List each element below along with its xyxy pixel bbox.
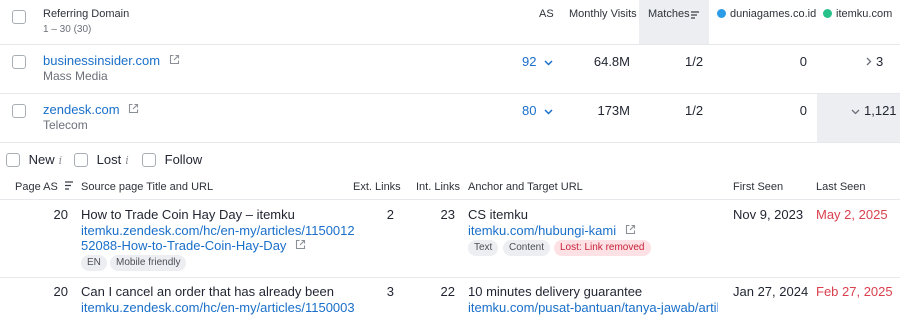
external-link-icon[interactable] (169, 53, 180, 68)
row-checkbox[interactable] (12, 55, 26, 69)
competitor1-value: 0 (799, 103, 807, 118)
select-all-checkbox[interactable] (12, 10, 26, 24)
competitor2-cell[interactable]: 1,121 (851, 103, 897, 118)
page-as-value: 20 (53, 284, 68, 299)
competitor2-cell[interactable]: 3 (866, 54, 883, 69)
filter-new[interactable]: New i (6, 152, 62, 168)
authority-score-value: 92 (522, 54, 537, 69)
authority-score[interactable]: 92 (522, 54, 553, 69)
last-seen-value: May 2, 2025 (816, 207, 888, 222)
competitor2-value: 3 (876, 54, 884, 69)
link-position-tag: Content (503, 240, 551, 256)
competitor1-dot (717, 8, 726, 18)
last-seen-value: Feb 27, 2025 (816, 284, 893, 299)
mobile-friendly-tag: Mobile friendly (110, 255, 187, 271)
external-link-icon[interactable] (128, 102, 139, 117)
filter-follow[interactable]: Follow (142, 152, 202, 168)
row-divider (0, 142, 900, 143)
competitor2-value: 1,121 (864, 103, 897, 118)
chevron-down-icon (544, 103, 553, 118)
competitor1-header[interactable]: duniagames.co.id (717, 8, 816, 20)
source-title: How to Trade Coin Hay Day – itemku (81, 207, 295, 222)
source-url-line2-wrap[interactable]: 52088-How-to-Trade-Coin-Hay-Day (81, 238, 306, 254)
as-header[interactable]: AS (539, 8, 554, 20)
monthly-visits-header[interactable]: Monthly Visits (569, 8, 637, 20)
competitor1-label: duniagames.co.id (730, 8, 817, 20)
domain-category: Mass Media (43, 69, 108, 83)
chevron-down-icon (851, 103, 860, 118)
source-url-line1[interactable]: itemku.zendesk.com/hc/en-my/articles/115… (81, 223, 355, 238)
lost-status-badge: Lost: Link removed (554, 240, 651, 256)
competitor1-value: 0 (799, 54, 807, 69)
monthly-visits-value[interactable]: 64.8M (560, 54, 630, 69)
int-links-value: 22 (440, 284, 455, 299)
matches-value: 1/2 (685, 54, 704, 69)
monthly-visits-value[interactable]: 173M (560, 103, 630, 118)
info-icon[interactable]: i (125, 154, 129, 167)
language-tag: EN (81, 255, 107, 271)
expanded-cell-highlight (817, 94, 900, 142)
external-link-icon[interactable] (295, 238, 306, 253)
filter-lost[interactable]: Lost i (74, 152, 129, 168)
page-as-label: Page AS (15, 181, 58, 193)
first-seen-value: Nov 9, 2023 (733, 207, 804, 222)
domain-name[interactable]: businessinsider.com (43, 53, 160, 68)
int-links-header[interactable]: Int. Links (416, 181, 460, 193)
authority-score-value: 80 (522, 103, 537, 118)
sort-icon[interactable] (64, 181, 74, 193)
ext-links-header[interactable]: Ext. Links (353, 181, 401, 193)
info-icon[interactable]: i (59, 154, 63, 167)
competitor2-header[interactable]: itemku.com (823, 8, 892, 20)
domain-row: zendesk.com Telecom 80 173M 1/2 0 1,121 (0, 94, 900, 142)
competitor2-dot (823, 8, 832, 18)
filter-follow-checkbox[interactable] (142, 152, 156, 167)
int-links-value: 23 (440, 207, 455, 222)
domain-category: Telecom (43, 118, 88, 132)
source-title: Can I cancel an order that has already b… (81, 284, 336, 299)
domain-link[interactable]: businessinsider.com (43, 53, 180, 69)
anchor-text: CS itemku (468, 207, 528, 222)
ext-links-value: 2 (386, 207, 394, 222)
source-url-line2[interactable]: 52088-How-to-Trade-Coin-Hay-Day (81, 238, 286, 253)
anchor-text: 10 minutes delivery guarantee (468, 284, 643, 299)
source-header: Source page Title and URL (81, 181, 214, 193)
first-seen-value: Jan 27, 2024 (733, 284, 809, 299)
matches-header[interactable]: Matches (648, 8, 690, 20)
target-url-wrap[interactable]: itemku.com/hubungi-kami (468, 223, 636, 239)
filter-lost-checkbox[interactable] (74, 152, 88, 167)
first-seen-header[interactable]: First Seen (733, 181, 783, 193)
filter-lost-label: Lost (96, 152, 122, 167)
target-url[interactable]: itemku.com/pusat-bantuan/tanya-jawab/art… (468, 300, 718, 315)
anchor-header: Anchor and Target URL (468, 181, 583, 193)
competitor2-label: itemku.com (836, 8, 893, 20)
last-seen-header[interactable]: Last Seen (816, 181, 866, 193)
backlink-row: 20 Can I cancel an order that has alread… (0, 278, 900, 316)
page-as-value: 20 (53, 207, 68, 222)
filter-new-label: New (28, 152, 55, 167)
domain-row: businessinsider.com Mass Media 92 64.8M … (0, 45, 900, 93)
source-url-line1[interactable]: itemku.zendesk.com/hc/en-my/articles/115… (81, 300, 355, 315)
result-range: 1 – 30 (30) (43, 24, 92, 35)
referring-domain-header[interactable]: Referring Domain (43, 8, 129, 20)
ext-links-value: 3 (386, 284, 394, 299)
filter-new-checkbox[interactable] (6, 152, 20, 167)
backlink-row: 20 How to Trade Coin Hay Day – itemku it… (0, 200, 900, 277)
chevron-right-icon (866, 54, 872, 69)
domain-name[interactable]: zendesk.com (43, 102, 120, 117)
page-as-header[interactable]: Page AS (15, 181, 74, 193)
domain-link[interactable]: zendesk.com (43, 102, 139, 118)
authority-score[interactable]: 80 (522, 103, 553, 118)
row-checkbox[interactable] (12, 104, 26, 118)
link-type-tag: Text (468, 240, 499, 256)
filter-follow-label: Follow (164, 152, 203, 167)
external-link-icon[interactable] (625, 223, 636, 238)
matches-value: 1/2 (685, 103, 704, 118)
chevron-down-icon (544, 54, 553, 69)
target-url[interactable]: itemku.com/hubungi-kami (468, 223, 616, 238)
sort-icon[interactable] (690, 8, 700, 23)
